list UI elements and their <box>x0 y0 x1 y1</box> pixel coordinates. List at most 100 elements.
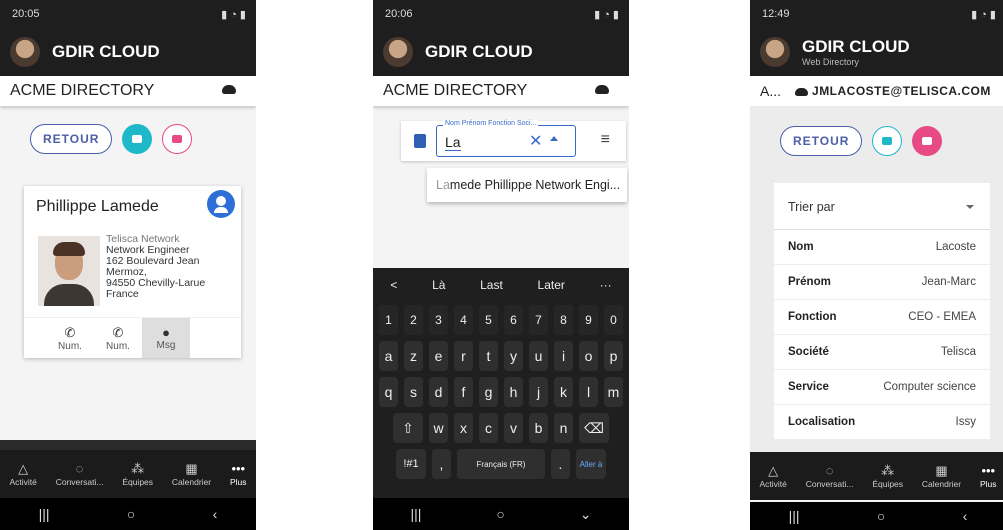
nav-activite[interactable]: △ Activité <box>759 463 786 489</box>
key[interactable]: k <box>554 377 573 407</box>
nav-equipes[interactable]: ⁂ Équipes <box>122 461 153 487</box>
key[interactable]: t <box>479 341 498 371</box>
dropdown-arrow-icon[interactable] <box>550 136 558 141</box>
recents-icon[interactable]: ||| <box>410 506 421 522</box>
go-key[interactable]: Aller à <box>576 449 606 479</box>
nav-equipes[interactable]: ⁂ Équipes <box>872 463 903 489</box>
suggestion-3[interactable]: Later <box>538 278 565 292</box>
app-title: GDIR CLOUD <box>52 42 160 61</box>
table-row: Service Computer science <box>774 370 990 405</box>
avatar[interactable] <box>383 37 413 67</box>
avatar[interactable] <box>10 37 40 67</box>
key[interactable]: i <box>554 341 573 371</box>
user-email[interactable]: JMLACOSTE@TELISCA.COM <box>795 84 991 98</box>
message-button[interactable]: ● Msg <box>142 318 190 358</box>
key[interactable]: c <box>479 413 498 443</box>
retour-button[interactable]: RETOUR <box>780 126 863 156</box>
list-view-button[interactable] <box>162 124 193 154</box>
key[interactable]: f <box>454 377 473 407</box>
key[interactable]: o <box>579 341 598 371</box>
key[interactable]: 3 <box>429 305 448 335</box>
nav-conversations[interactable]: ◌ Conversati... <box>56 461 104 487</box>
space-key[interactable]: Français (FR) <box>457 449 545 479</box>
key[interactable]: w <box>429 413 448 443</box>
key[interactable]: m <box>604 377 623 407</box>
key[interactable]: q <box>379 377 398 407</box>
key[interactable]: a <box>379 341 398 371</box>
nav-conversations[interactable]: ◌ Conversati... <box>806 463 854 489</box>
call-button-2[interactable]: ✆ Num. <box>94 318 142 358</box>
key[interactable]: y <box>504 341 523 371</box>
key[interactable]: 1 <box>379 305 398 335</box>
symbols-key[interactable]: !#1 <box>396 449 426 479</box>
key[interactable]: 9 <box>579 305 598 335</box>
cloud-icon[interactable] <box>222 85 236 94</box>
call-button-1[interactable]: ✆ Num. <box>46 318 94 358</box>
keyboard-collapse[interactable]: < <box>390 278 397 292</box>
search-input[interactable]: Nom Prénom Fonction Soci... La ✕ <box>436 120 576 157</box>
shift-icon[interactable]: ⇧ <box>393 413 423 443</box>
keyboard-more[interactable]: ··· <box>600 278 612 292</box>
key[interactable]: z <box>404 341 423 371</box>
nav-calendrier[interactable]: ▦ Calendrier <box>922 463 961 489</box>
system-nav: ||| ○ ⌄ <box>373 498 629 530</box>
suggestion-match: La <box>436 178 450 192</box>
directory-header: ACME DIRECTORY <box>0 76 256 106</box>
nav-plus[interactable]: ••• Plus <box>230 461 247 487</box>
key[interactable]: 0 <box>604 305 623 335</box>
key[interactable]: e <box>429 341 448 371</box>
calendar-icon: ▦ <box>185 461 198 476</box>
back-icon[interactable]: ‹ <box>213 506 218 522</box>
back-icon[interactable]: ‹ <box>963 508 968 524</box>
key[interactable]: n <box>554 413 573 443</box>
app-bar: GDIR CLOUD Web Directory <box>750 28 1003 76</box>
hide-keyboard-icon[interactable]: ⌄ <box>580 506 592 523</box>
chevron-down-icon <box>966 205 974 209</box>
user-icon[interactable] <box>207 190 235 218</box>
key[interactable]: b <box>529 413 548 443</box>
nav-activite[interactable]: △ Activité <box>9 461 36 487</box>
key[interactable]: h <box>504 377 523 407</box>
recents-icon[interactable]: ||| <box>39 506 50 522</box>
suggestion-1[interactable]: Là <box>432 278 445 292</box>
card-view-button[interactable] <box>872 126 903 156</box>
key[interactable]: 8 <box>554 305 573 335</box>
nav-plus[interactable]: ••• Plus <box>980 463 997 489</box>
suggestion-2[interactable]: Last <box>480 278 503 292</box>
search-value: La <box>445 134 461 151</box>
key[interactable]: u <box>529 341 548 371</box>
menu-icon[interactable]: ≡ <box>601 131 610 149</box>
backspace-icon[interactable]: ⌫ <box>579 413 609 443</box>
key[interactable]: 4 <box>454 305 473 335</box>
list-view-button[interactable] <box>912 126 943 156</box>
key[interactable]: r <box>454 341 473 371</box>
cloud-icon[interactable] <box>595 85 609 94</box>
period-key[interactable]: . <box>551 449 570 479</box>
recents-icon[interactable]: ||| <box>789 508 800 524</box>
key[interactable]: 5 <box>479 305 498 335</box>
home-icon[interactable]: ○ <box>877 508 885 524</box>
key[interactable]: p <box>604 341 623 371</box>
suggestion-item[interactable]: Lamede Phillippe Network Engi... <box>427 168 627 202</box>
key[interactable]: s <box>404 377 423 407</box>
details-area: RETOUR Trier par Nom Lacoste Prénom Jean-M… <box>750 106 1003 452</box>
key[interactable]: v <box>504 413 523 443</box>
key[interactable]: g <box>479 377 498 407</box>
nav-calendrier[interactable]: ▦ Calendrier <box>172 461 211 487</box>
key[interactable]: l <box>579 377 598 407</box>
key[interactable]: 7 <box>529 305 548 335</box>
sort-select[interactable]: Trier par <box>774 183 990 230</box>
avatar[interactable] <box>760 37 790 67</box>
card-view-button[interactable] <box>122 124 153 154</box>
key[interactable]: d <box>429 377 448 407</box>
key[interactable]: 2 <box>404 305 423 335</box>
database-search-icon[interactable] <box>414 134 426 148</box>
key[interactable]: x <box>454 413 473 443</box>
home-icon[interactable]: ○ <box>496 506 504 522</box>
comma-key[interactable]: , <box>432 449 451 479</box>
key[interactable]: 6 <box>504 305 523 335</box>
retour-button[interactable]: RETOUR <box>30 124 113 154</box>
key[interactable]: j <box>529 377 548 407</box>
clear-icon[interactable]: ✕ <box>529 131 542 151</box>
home-icon[interactable]: ○ <box>127 506 135 522</box>
